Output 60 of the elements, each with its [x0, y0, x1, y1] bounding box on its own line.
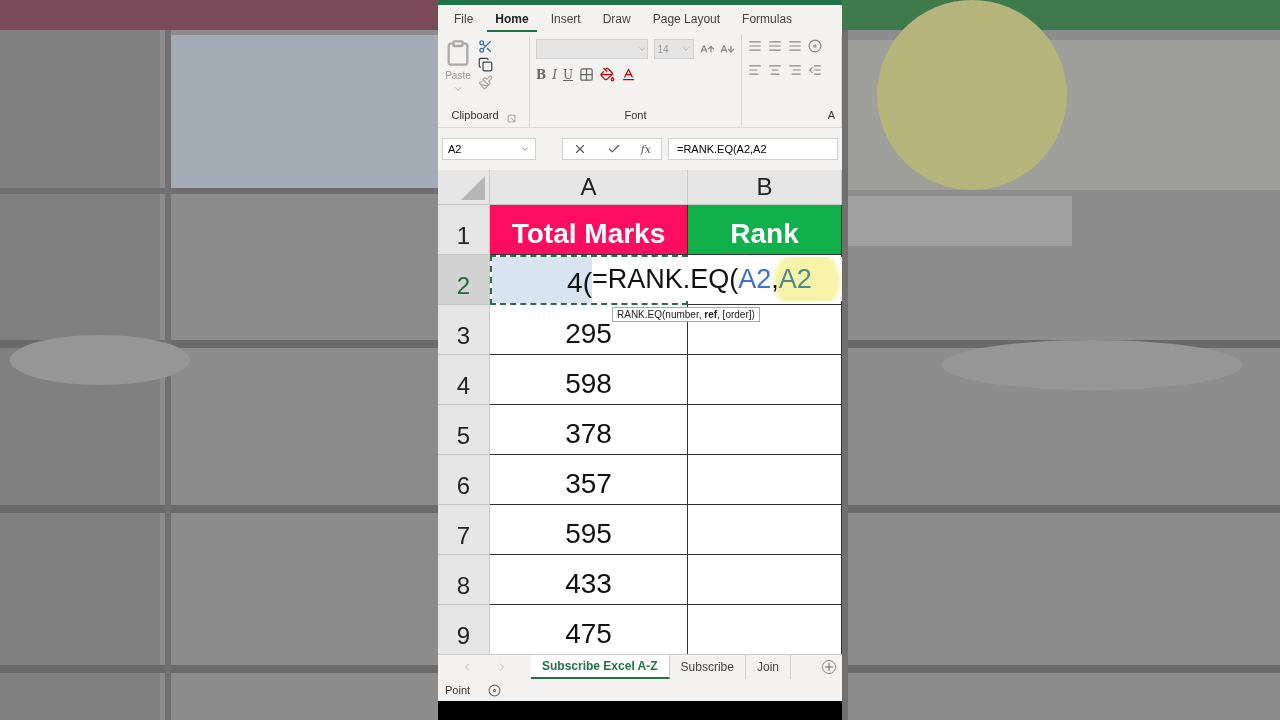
menu-tab[interactable]: Home: [487, 8, 537, 32]
table-cell: 378: [490, 405, 688, 455]
function-tooltip: RANK.EQ(number, ref, [order]): [612, 307, 760, 322]
style-button[interactable]: B: [536, 67, 547, 82]
add-sheet-icon[interactable]: [822, 660, 836, 674]
copy-icon[interactable]: [478, 57, 493, 72]
style-button[interactable]: I: [552, 67, 557, 82]
header-cell: Rank: [688, 205, 842, 255]
macro-record-icon[interactable]: [488, 683, 502, 697]
row-header[interactable]: 9: [438, 605, 490, 654]
indent-icon[interactable]: [808, 63, 822, 77]
header-cell: Total Marks: [490, 205, 688, 255]
select-all-icon[interactable]: [461, 176, 485, 200]
orientation-icon[interactable]: [808, 39, 822, 53]
row-header[interactable]: 5: [438, 405, 490, 455]
column-header[interactable]: B: [688, 170, 842, 205]
row-header[interactable]: 4: [438, 355, 490, 405]
formula-field[interactable]: =RANK.EQ(A2,A2: [668, 138, 838, 160]
name-box[interactable]: A2: [442, 138, 536, 160]
menu-tab[interactable]: File: [446, 8, 482, 32]
sheet-tab[interactable]: Join: [745, 655, 791, 679]
borders-icon[interactable]: [579, 67, 595, 82]
cut-icon[interactable]: [478, 39, 493, 54]
align-bottom-icon[interactable]: [788, 39, 802, 53]
group-label: Clipboard: [451, 109, 499, 123]
group-label: Font: [624, 109, 647, 123]
caret-icon[interactable]: [453, 84, 463, 94]
align-right-icon[interactable]: [788, 63, 802, 77]
group-label: A: [827, 109, 835, 123]
font-field[interactable]: [536, 39, 649, 59]
table-cell: 598: [490, 355, 688, 405]
align-middle-icon[interactable]: [768, 39, 782, 53]
row-header[interactable]: 6: [438, 455, 490, 505]
menu-tab[interactable]: Formulas: [734, 8, 801, 32]
table-cell: 357: [490, 455, 688, 505]
align-top-icon[interactable]: [748, 39, 762, 53]
menu-tab[interactable]: Page Layout: [644, 8, 729, 32]
sheet-tab[interactable]: Subscribe: [669, 655, 746, 679]
table-cell: 595: [490, 505, 688, 555]
sheet-tab[interactable]: Subscribe Excel A-Z: [531, 655, 670, 679]
fill-color-icon[interactable]: [600, 67, 616, 82]
caret-icon[interactable]: [637, 44, 648, 54]
caret-icon[interactable]: [680, 44, 691, 54]
insert-function-button[interactable]: fx: [640, 142, 652, 156]
row-header[interactable]: 8: [438, 555, 490, 605]
align-center-icon[interactable]: [768, 63, 782, 77]
align-left-icon[interactable]: [748, 63, 762, 77]
table-cell: 433: [490, 555, 688, 605]
enter-icon[interactable]: [606, 142, 621, 156]
status-mode: Point: [445, 684, 471, 696]
row-header[interactable]: 2: [438, 255, 490, 305]
style-button[interactable]: U: [562, 67, 574, 82]
menu-tab[interactable]: Draw: [594, 8, 639, 32]
row-header[interactable]: 1: [438, 205, 490, 255]
menu-tab[interactable]: Insert: [542, 8, 589, 32]
launcher-icon[interactable]: [506, 113, 516, 123]
row-header[interactable]: 7: [438, 505, 490, 555]
font-color-icon[interactable]: [621, 67, 637, 82]
column-header[interactable]: A: [490, 170, 688, 205]
row-header[interactable]: 3: [438, 305, 490, 355]
